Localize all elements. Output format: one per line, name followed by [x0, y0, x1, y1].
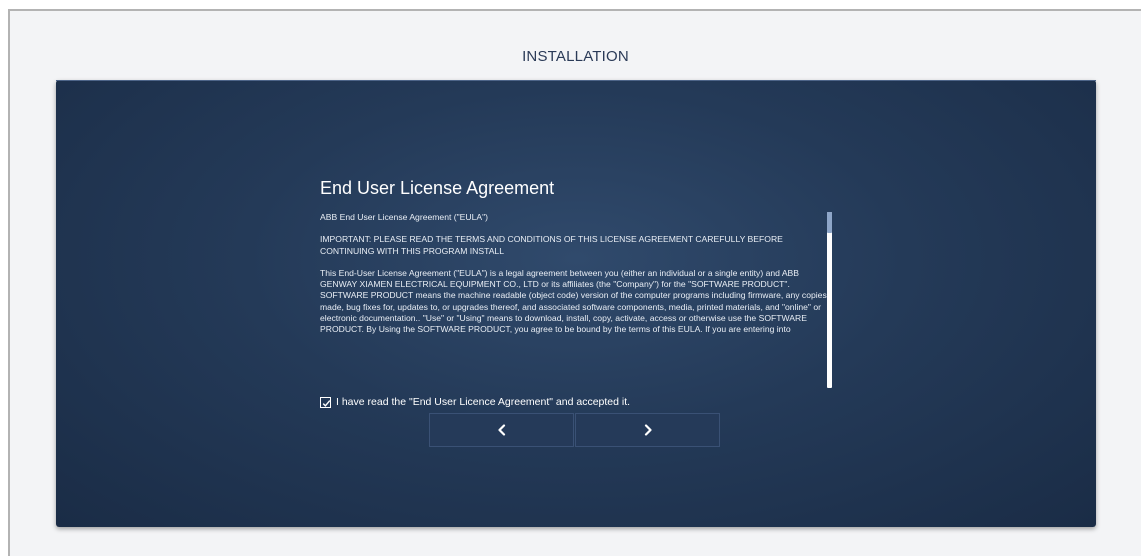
panel-top-border	[56, 80, 1096, 81]
back-button[interactable]	[429, 413, 574, 447]
next-button[interactable]	[575, 413, 720, 447]
checkmark-icon	[322, 399, 331, 407]
installer-frame: INSTALLATION End User License Agreement …	[8, 9, 1141, 556]
accept-eula-label: I have read the "End User Licence Agreem…	[336, 396, 631, 408]
page-title: INSTALLATION	[522, 48, 629, 65]
chevron-right-icon	[644, 424, 652, 436]
eula-scroll-thumb[interactable]	[827, 212, 832, 233]
installation-panel: End User License Agreement ABB End User …	[56, 80, 1096, 527]
accept-eula-checkbox[interactable]	[320, 396, 331, 408]
wizard-navigation	[429, 413, 720, 447]
eula-scrollbar[interactable]	[827, 212, 832, 388]
eula-text-area[interactable]: ABB End User License Agreement ("EULA") …	[320, 212, 830, 388]
eula-paragraph: This End-User License Agreement ("EULA")…	[320, 267, 827, 335]
eula-heading: End User License Agreement	[320, 178, 555, 198]
chevron-left-icon	[497, 424, 505, 436]
accept-eula-row[interactable]: I have read the "End User Licence Agreem…	[320, 395, 630, 409]
eula-paragraph: IMPORTANT: PLEASE READ THE TERMS AND CON…	[320, 234, 783, 256]
eula-paragraph: ABB End User License Agreement ("EULA")	[320, 212, 489, 222]
